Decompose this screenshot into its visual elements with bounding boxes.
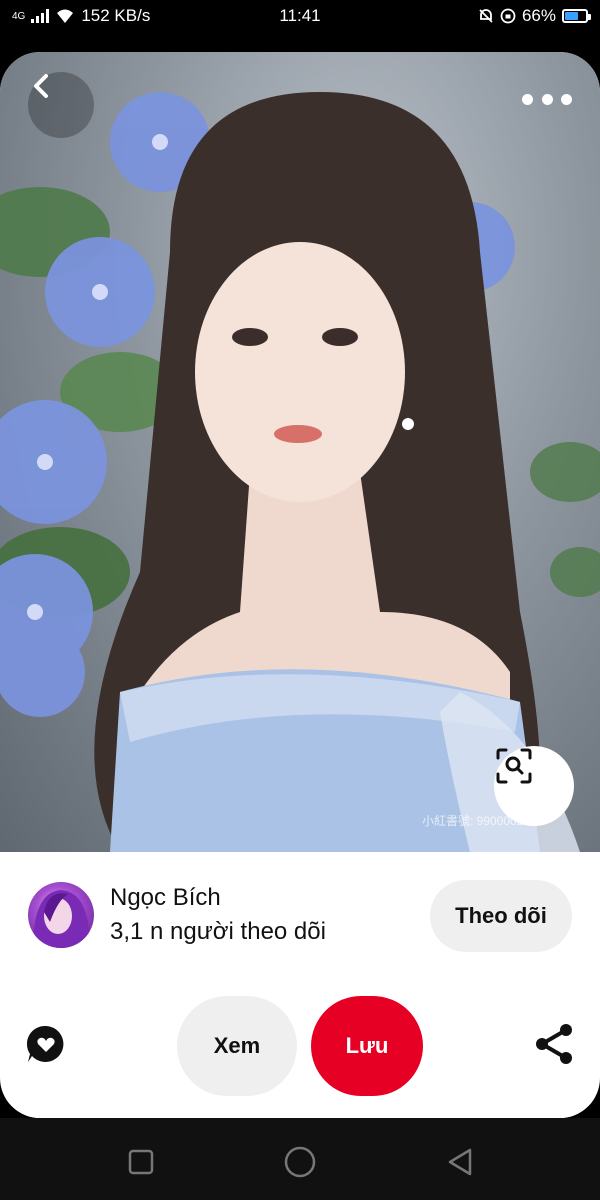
pin-image[interactable]: 小紅書號: 990000218 bbox=[0, 52, 600, 852]
battery-percent: 66% bbox=[521, 6, 556, 25]
comment-button[interactable] bbox=[26, 1024, 66, 1064]
status-left: 4G 152 KB/s bbox=[12, 6, 150, 26]
system-back-button[interactable] bbox=[440, 1142, 480, 1182]
more-dot bbox=[561, 93, 572, 105]
creator-avatar[interactable] bbox=[28, 882, 94, 948]
status-bar: 4G 152 KB/s 11:41 66% bbox=[0, 0, 600, 32]
creator-followers: 3,1 n người theo dõi bbox=[110, 918, 326, 945]
comment-heart-icon bbox=[26, 1025, 64, 1062]
follow-button[interactable]: Theo dõi bbox=[430, 880, 572, 952]
recent-apps-button[interactable] bbox=[121, 1142, 161, 1182]
home-button[interactable] bbox=[280, 1142, 320, 1182]
rotation-lock-icon bbox=[500, 8, 516, 24]
pin-card: 小紅書號: 990000218 Ngọc Bích 3,1 n người th… bbox=[0, 52, 600, 1118]
action-row: Xem Lưu bbox=[0, 992, 600, 1102]
share-button[interactable] bbox=[532, 1022, 576, 1066]
visual-search-button[interactable] bbox=[494, 746, 574, 826]
visual-search-icon bbox=[496, 748, 532, 784]
back-button[interactable] bbox=[28, 72, 94, 138]
alarm-off-icon bbox=[479, 9, 493, 23]
share-icon bbox=[536, 1024, 572, 1064]
navigation-bar bbox=[0, 1118, 600, 1200]
wifi-icon bbox=[57, 9, 74, 23]
more-dot bbox=[522, 93, 533, 105]
more-dot bbox=[541, 93, 553, 105]
creator-name[interactable]: Ngọc Bích bbox=[110, 884, 221, 912]
avatar-image bbox=[33, 890, 90, 948]
battery-fill bbox=[565, 12, 579, 20]
network-speed: 152 KB/s bbox=[81, 6, 151, 25]
battery-icon bbox=[562, 9, 591, 23]
creator-row: Ngọc Bích 3,1 n người theo dõi Theo dõi bbox=[0, 852, 600, 972]
view-button[interactable]: Xem bbox=[177, 996, 297, 1096]
square-icon bbox=[128, 1149, 154, 1175]
portrait-illustration bbox=[0, 92, 600, 852]
network-type: 4G bbox=[12, 10, 26, 22]
signal-icon bbox=[31, 9, 50, 23]
status-right: 66% bbox=[478, 6, 591, 26]
triangle-back-icon bbox=[448, 1148, 472, 1176]
save-button[interactable]: Lưu bbox=[311, 996, 423, 1096]
circle-icon bbox=[284, 1146, 316, 1178]
more-options-button[interactable] bbox=[522, 84, 572, 114]
chevron-left-icon bbox=[34, 74, 48, 98]
